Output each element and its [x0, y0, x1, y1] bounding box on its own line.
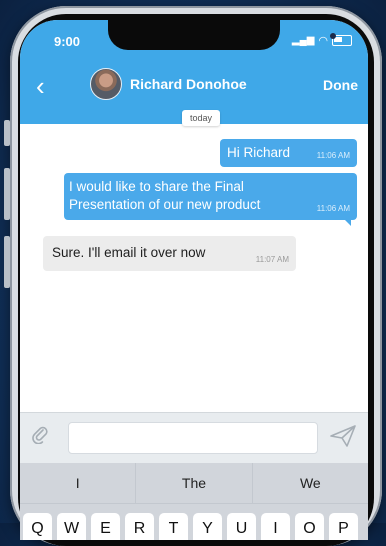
suggestion[interactable]: The [136, 463, 253, 503]
send-icon[interactable] [330, 425, 356, 447]
message-time: 11:06 AM [316, 204, 350, 213]
key[interactable]: W [57, 513, 86, 540]
key[interactable]: P [329, 513, 358, 540]
key[interactable]: O [295, 513, 324, 540]
silent-switch [4, 120, 10, 146]
back-button[interactable]: ‹ [36, 73, 45, 99]
keyboard: I The We Q W E R T Y U I O P [20, 463, 368, 540]
message-bubble-outgoing[interactable]: Hi Richard 11:06 AM [220, 139, 357, 167]
bubble-tail [344, 219, 351, 226]
suggestion[interactable]: We [253, 463, 368, 503]
chevron-left-icon: ‹ [36, 71, 45, 101]
camera-icon [330, 33, 336, 39]
key[interactable]: U [227, 513, 256, 540]
message-text: Hi Richard [227, 145, 291, 160]
status-icons: ▂▄▆ ◠ [292, 34, 352, 47]
status-time: 9:00 [54, 34, 81, 49]
suggestion[interactable]: I [20, 463, 137, 503]
message-composer [20, 412, 368, 463]
key[interactable]: E [91, 513, 120, 540]
avatar[interactable] [90, 68, 122, 100]
message-line: I would like to share the Final [69, 179, 244, 194]
predictive-bar: I The We [20, 463, 368, 504]
phone-notch [108, 20, 336, 50]
done-button[interactable]: Done [323, 77, 358, 93]
phone-screen: 9:00 ▂▄▆ ◠ ‹ Richard Donohoe Done today … [20, 20, 368, 540]
message-line: Presentation of our new product [69, 197, 261, 212]
paperclip-icon[interactable] [32, 426, 48, 449]
key[interactable]: R [125, 513, 154, 540]
message-bubble-outgoing[interactable]: I would like to share the Final Presenta… [64, 173, 357, 226]
contact-name[interactable]: Richard Donohoe [130, 76, 247, 92]
key-row: Q W E R T Y U I O P [23, 513, 358, 540]
message-bubble-incoming[interactable]: Sure. I'll email it over now 11:07 AM [43, 236, 296, 271]
message-time: 11:07 AM [255, 255, 289, 264]
message-input[interactable] [68, 422, 318, 454]
key[interactable]: Y [193, 513, 222, 540]
volume-down-button [4, 236, 10, 288]
key[interactable]: T [159, 513, 188, 540]
key[interactable]: Q [23, 513, 52, 540]
wifi-icon: ◠ [318, 35, 328, 47]
message-text: Sure. I'll email it over now [52, 245, 206, 260]
key[interactable]: I [261, 513, 290, 540]
signal-icon: ▂▄▆ [291, 35, 315, 46]
message-time: 11:06 AM [316, 151, 350, 160]
date-separator: today [182, 110, 221, 126]
volume-up-button [4, 168, 10, 220]
